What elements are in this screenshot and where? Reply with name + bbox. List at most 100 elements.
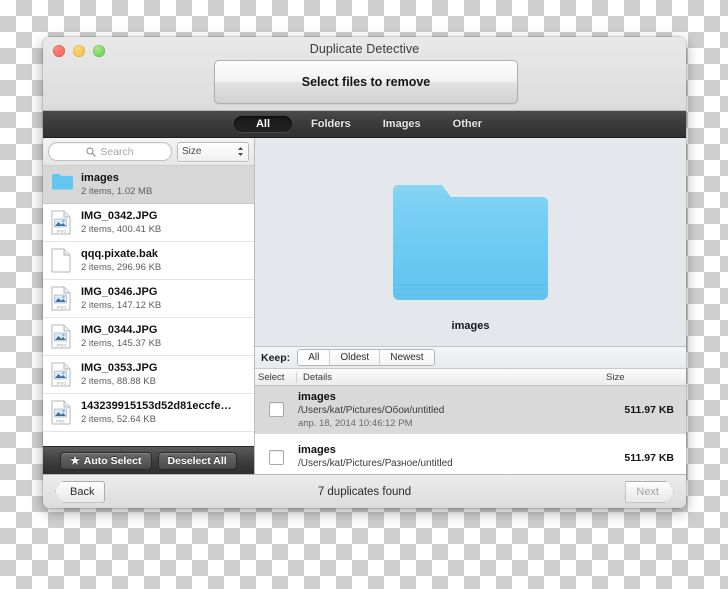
title-bar: Duplicate Detective Select files to remo… — [43, 37, 686, 111]
row-checkbox-cell — [255, 450, 297, 465]
folder-icon-large — [393, 185, 548, 300]
next-button[interactable]: Next — [625, 481, 674, 503]
list-item-name: images — [81, 172, 119, 184]
close-button[interactable] — [53, 45, 65, 57]
folder-icon — [51, 172, 73, 198]
select-files-to-remove-button[interactable]: Select files to remove — [214, 60, 518, 104]
window-title: Duplicate Detective — [309, 42, 420, 56]
list-item-name: IMG_0344.JPG — [81, 324, 158, 336]
row-checkbox[interactable] — [268, 450, 284, 465]
sort-dropdown[interactable]: Size — [177, 141, 249, 162]
svg-text:PNG: PNG — [56, 418, 65, 423]
auto-select-button[interactable]: ★ Auto Select — [60, 451, 152, 470]
keep-label: Keep: — [261, 351, 291, 364]
list-item-meta: 2 items, 400.41 KB — [81, 224, 162, 235]
jpeg-file-icon: PNG — [51, 400, 73, 426]
row-checkbox-cell — [255, 402, 297, 417]
app-window: Duplicate Detective Select files to remo… — [43, 37, 686, 508]
list-item-meta: 2 items, 145.37 KB — [81, 338, 162, 349]
row-title: images — [298, 444, 336, 456]
list-item[interactable]: JPEG IMG_0346.JPG 2 items, 147.12 KB — [43, 280, 254, 318]
list-item-name: IMG_0346.JPG — [81, 286, 158, 298]
deselect-all-button[interactable]: Deselect All — [157, 451, 237, 470]
search-icon — [86, 146, 97, 157]
search-placeholder: Search — [100, 145, 134, 158]
zoom-button[interactable] — [93, 45, 105, 57]
duplicates-table-header: Select Details Size — [255, 369, 686, 386]
preview-area: images — [255, 138, 686, 347]
jpeg-file-icon: JPEG — [51, 210, 73, 236]
row-checkbox[interactable] — [268, 402, 284, 417]
star-icon: ★ — [70, 454, 80, 467]
list-item-meta: 2 items, 88.88 KB — [81, 376, 156, 387]
duplicates-table-body[interactable]: images /Users/kat/Pictures/Обои/untitled… — [255, 386, 686, 474]
list-item-name: IMG_0342.JPG — [81, 210, 158, 222]
back-button[interactable]: Back — [55, 480, 106, 503]
row-details-cell: images /Users/kat/Pictures/Разное/untitl… — [297, 444, 604, 471]
filter-tab-bar: All Folders Images Other — [43, 111, 686, 138]
list-item-meta: 2 items, 52.64 KB — [81, 414, 156, 425]
jpeg-file-icon: JPEG — [51, 286, 73, 312]
row-path: /Users/kat/Pictures/Разное/untitled — [298, 458, 453, 469]
list-item[interactable]: qqq.pixate.bak 2 items, 296.96 KB — [43, 242, 254, 280]
tab-all[interactable]: All — [234, 116, 292, 132]
row-size: 511.97 KB — [624, 451, 674, 464]
row-path: /Users/kat/Pictures/Обои/untitled — [298, 404, 445, 416]
auto-select-label: Auto Select — [83, 454, 142, 467]
list-item[interactable]: JPEG IMG_0342.JPG 2 items, 400.41 KB — [43, 204, 254, 242]
list-item-name: qqq.pixate.bak — [81, 248, 159, 260]
list-item-meta: 2 items, 296.96 KB — [81, 262, 162, 273]
row-size: 511.97 KB — [624, 403, 674, 416]
row-date: апр. 18, 2014 10:46:12 PM — [298, 417, 413, 429]
tab-images[interactable]: Images — [370, 116, 434, 132]
jpeg-file-icon: JPEG — [51, 362, 73, 388]
svg-text:JPEG: JPEG — [56, 304, 66, 309]
list-item-meta: 2 items, 1.02 MB — [81, 186, 153, 197]
footer-bar: Back 7 duplicates found Next — [43, 474, 686, 508]
duplicate-groups-list[interactable]: images 2 items, 1.02 MB JPEG IMG_0342.JP… — [43, 166, 254, 446]
list-item-text: images 2 items, 1.02 MB — [81, 172, 152, 197]
row-title: images — [298, 390, 336, 403]
list-item-text: qqq.pixate.bak 2 items, 296.96 KB — [81, 248, 161, 273]
list-item-text: IMG_0344.JPG 2 items, 145.37 KB — [81, 324, 161, 349]
list-item-name: 143239915153d52d81eccfe… — [81, 400, 232, 412]
tab-folders[interactable]: Folders — [298, 116, 364, 132]
updown-chevron-icon — [238, 147, 243, 156]
keep-segmented-control: All Oldest Newest — [297, 349, 435, 366]
sidebar: Search Size images 2 items, 1.02 MB JPEG… — [43, 138, 255, 474]
list-item[interactable]: images 2 items, 1.02 MB — [43, 166, 254, 204]
preview-caption: images — [451, 320, 490, 332]
jpeg-file-icon: JPEG — [51, 324, 73, 350]
svg-text:JPEG: JPEG — [56, 228, 66, 233]
list-item-text: 143239915153d52d81eccfe… 2 items, 52.64 … — [81, 400, 231, 425]
svg-text:JPEG: JPEG — [56, 380, 66, 385]
blank-file-icon — [51, 248, 73, 274]
list-item-meta: 2 items, 147.12 KB — [81, 300, 162, 311]
row-details-cell: images /Users/kat/Pictures/Обои/untitled… — [297, 391, 604, 429]
minimize-button[interactable] — [73, 45, 85, 57]
sort-dropdown-label: Size — [182, 146, 202, 157]
detail-pane: images Keep: All Oldest Newest Select De… — [255, 138, 686, 474]
column-header-size: Size — [606, 371, 625, 383]
column-header-select: Select — [255, 371, 297, 383]
window-body: Search Size images 2 items, 1.02 MB JPEG… — [43, 138, 686, 474]
list-item[interactable]: PNG 143239915153d52d81eccfe… 2 items, 52… — [43, 394, 254, 432]
traffic-light-controls — [53, 45, 105, 57]
list-item[interactable]: JPEG IMG_0353.JPG 2 items, 88.88 KB — [43, 356, 254, 394]
tab-other[interactable]: Other — [440, 116, 495, 132]
keep-toolbar: Keep: All Oldest Newest — [255, 347, 686, 369]
list-item[interactable]: JPEG IMG_0344.JPG 2 items, 145.37 KB — [43, 318, 254, 356]
sidebar-action-bar: ★ Auto Select Deselect All — [43, 446, 254, 474]
list-item-text: IMG_0346.JPG 2 items, 147.12 KB — [81, 286, 161, 311]
list-item-text: IMG_0342.JPG 2 items, 400.41 KB — [81, 210, 161, 235]
keep-option-newest[interactable]: Newest — [380, 350, 434, 365]
deselect-all-label: Deselect All — [167, 454, 227, 467]
list-item-text: IMG_0353.JPG 2 items, 88.88 KB — [81, 362, 157, 387]
list-item-name: IMG_0353.JPG — [81, 362, 158, 374]
search-input[interactable]: Search — [48, 142, 172, 161]
table-row[interactable]: images /Users/kat/Pictures/Разное/untitl… — [255, 434, 686, 474]
keep-option-oldest[interactable]: Oldest — [330, 350, 381, 365]
keep-option-all[interactable]: All — [298, 350, 331, 365]
column-header-details: Details — [303, 371, 333, 383]
table-row[interactable]: images /Users/kat/Pictures/Обои/untitled… — [255, 386, 686, 434]
